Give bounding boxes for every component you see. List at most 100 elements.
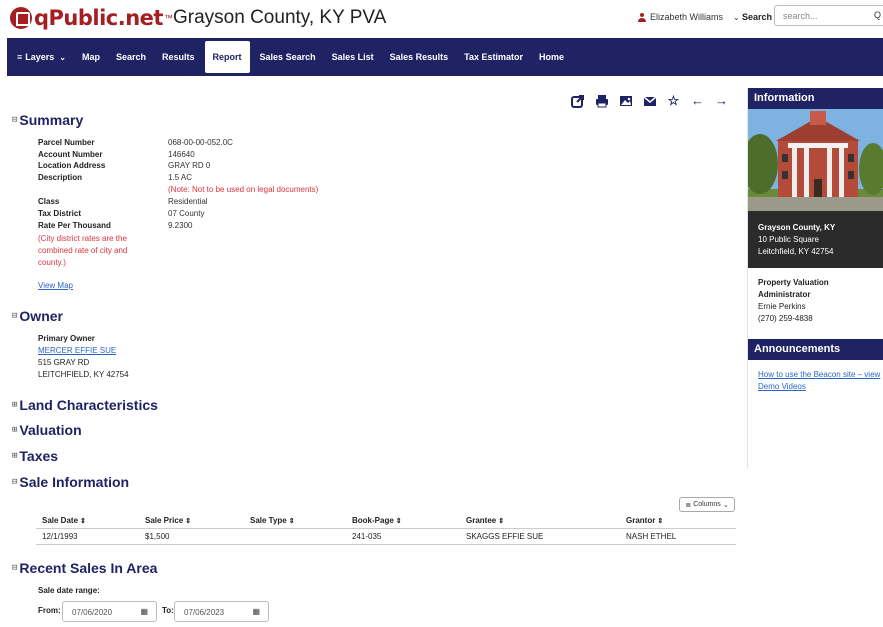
rate-note-line: county.)	[38, 258, 66, 267]
county-name: Grayson County, KY	[758, 223, 836, 232]
to-label: To:	[162, 606, 174, 615]
pva-contact: Property Valuation Administrator Ernie P…	[758, 277, 829, 325]
nav-search[interactable]: Search	[108, 38, 154, 76]
calendar-icon[interactable]: ▦	[140, 607, 148, 616]
owner-block: Primary Owner MERCER EFFIE SUE 515 GRAY …	[38, 333, 129, 381]
col-sale-type[interactable]: Sale Type ⇕	[250, 516, 295, 525]
email-icon[interactable]	[642, 93, 657, 108]
col-grantor[interactable]: Grantor ⇕	[626, 516, 663, 525]
col-sale-price[interactable]: Sale Price ⇕	[145, 516, 191, 525]
expand-icon[interactable]: ⊞	[12, 400, 17, 410]
land-characteristics-header[interactable]: ⊞ Land Characteristics	[12, 397, 158, 413]
owner-name-link[interactable]: MERCER EFFIE SUE	[38, 345, 129, 357]
courthouse-photo	[748, 109, 883, 211]
nav-layers[interactable]: ≡ Layers ⌄	[7, 38, 74, 76]
sort-icon: ⇕	[80, 518, 86, 525]
page: qPublic.net ™ Grayson County, KY PVA Eli…	[0, 0, 883, 627]
information-header: Information	[748, 88, 883, 109]
header-label: Sale Type	[250, 516, 287, 525]
sort-icon: ⇕	[498, 518, 505, 525]
announcement-link[interactable]: How to use the Beacon site – view Demo V…	[758, 369, 883, 393]
columns-icon: ≣	[685, 501, 692, 509]
cell-sale-date: 12/1/1993	[42, 532, 78, 541]
logo-trademark: ™	[163, 13, 173, 23]
search-placeholder: search...	[783, 11, 818, 21]
header-label: Sale Price	[145, 516, 184, 525]
recent-sales-header[interactable]: ⊟ Recent Sales In Area	[12, 560, 157, 576]
star-icon[interactable]: ☆	[666, 93, 681, 108]
summary-key: Description	[38, 173, 83, 182]
header-label: Sale Date	[42, 516, 79, 525]
search-link[interactable]: Search	[742, 12, 772, 22]
image-icon[interactable]	[618, 93, 633, 108]
cell-book-page: 241-035	[352, 532, 382, 541]
collapse-icon[interactable]: ⊟	[12, 311, 17, 321]
sale-information-header[interactable]: ⊟ Sale Information	[12, 474, 129, 490]
sort-icon: ⇕	[657, 518, 664, 525]
summary-value: 068-00-00-052.0C	[168, 138, 233, 147]
table-divider	[36, 544, 736, 545]
nav-report[interactable]: Report	[204, 41, 250, 73]
nav-sales-results[interactable]: Sales Results	[382, 38, 457, 76]
summary-value: GRAY RD 0	[168, 161, 211, 170]
col-grantee[interactable]: Grantee ⇕	[466, 516, 504, 525]
nav-label: Layers	[25, 52, 55, 62]
layers-icon: ≡	[17, 52, 23, 62]
calendar-icon[interactable]: ▦	[252, 607, 260, 616]
search-input[interactable]: search... Q	[774, 5, 883, 26]
summary-value: 1.5 AC	[168, 173, 193, 182]
columns-button[interactable]: ≣ Columns ⌄	[679, 497, 735, 512]
search-icon[interactable]: Q	[874, 10, 881, 20]
to-date-value: 07/06/2023	[184, 608, 225, 617]
col-sale-date[interactable]: Sale Date ⇕	[42, 516, 86, 525]
site-title: Grayson County, KY PVA	[173, 7, 387, 28]
section-title: Recent Sales In Area	[19, 560, 158, 576]
section-title: Summary	[19, 112, 84, 128]
header-label: Book-Page	[352, 516, 394, 525]
nav-tax-estimator[interactable]: Tax Estimator	[456, 38, 531, 76]
expand-icon[interactable]: ⊞	[12, 425, 17, 435]
view-map-link[interactable]: View Map	[38, 280, 73, 292]
summary-header[interactable]: ⊟ Summary	[12, 112, 83, 128]
summary-key: Class	[38, 197, 60, 206]
legal-note: (Note: Not to be used on legal documents…	[168, 185, 319, 194]
nav-map[interactable]: Map	[74, 38, 108, 76]
logo-icon	[10, 7, 32, 29]
from-date-input[interactable]: 07/06/2020 ▦	[62, 601, 157, 622]
owner-address: LEITCHFIELD, KY 42754	[38, 370, 129, 379]
owner-label: Primary Owner	[38, 334, 95, 343]
share-icon[interactable]	[570, 93, 585, 108]
valuation-header[interactable]: ⊞ Valuation	[12, 422, 82, 438]
nav-home[interactable]: Home	[531, 38, 572, 76]
arrow-left-icon[interactable]: ←	[690, 93, 705, 108]
owner-header[interactable]: ⊟ Owner	[12, 308, 63, 324]
nav-sales-list[interactable]: Sales List	[324, 38, 382, 76]
nav-sales-search[interactable]: Sales Search	[252, 38, 324, 76]
nav-results[interactable]: Results	[154, 38, 203, 76]
summary-key: Rate Per Thousand	[38, 221, 111, 230]
collapse-icon[interactable]: ⊟	[12, 115, 17, 125]
taxes-header[interactable]: ⊞ Taxes	[12, 448, 58, 464]
chevron-down-icon: ⌄	[733, 12, 740, 22]
county-street: 10 Public Square	[758, 235, 819, 244]
arrow-right-icon[interactable]: →	[714, 93, 729, 108]
header-label: Grantee	[466, 516, 497, 525]
collapse-icon[interactable]: ⊟	[12, 477, 17, 487]
expand-icon[interactable]: ⊞	[12, 451, 17, 461]
to-date-input[interactable]: 07/06/2023 ▦	[174, 601, 269, 622]
pva-phone: (270) 259-4838	[758, 314, 813, 323]
county-address-card: Grayson County, KY 10 Public Square Leit…	[748, 211, 883, 268]
rate-note-line: (City district rates are the	[38, 234, 127, 243]
collapse-icon[interactable]: ⊟	[12, 563, 17, 573]
col-book-page[interactable]: Book-Page ⇕	[352, 516, 402, 525]
chevron-down-icon: ⌄	[722, 501, 729, 509]
chevron-down-icon: ⌄	[59, 52, 66, 62]
sort-icon: ⇕	[395, 518, 402, 525]
main-nav: ≡ Layers ⌄ Map Search Results Report Sal…	[7, 38, 883, 76]
section-title: Sale Information	[19, 474, 130, 490]
user-menu[interactable]: Elizabeth Williams ⌄	[638, 12, 740, 22]
print-icon[interactable]	[594, 93, 609, 108]
section-title: Land Characteristics	[19, 397, 158, 413]
pva-name: Ernie Perkins	[758, 302, 806, 311]
qpublic-logo[interactable]: qPublic.net ™	[10, 6, 173, 30]
